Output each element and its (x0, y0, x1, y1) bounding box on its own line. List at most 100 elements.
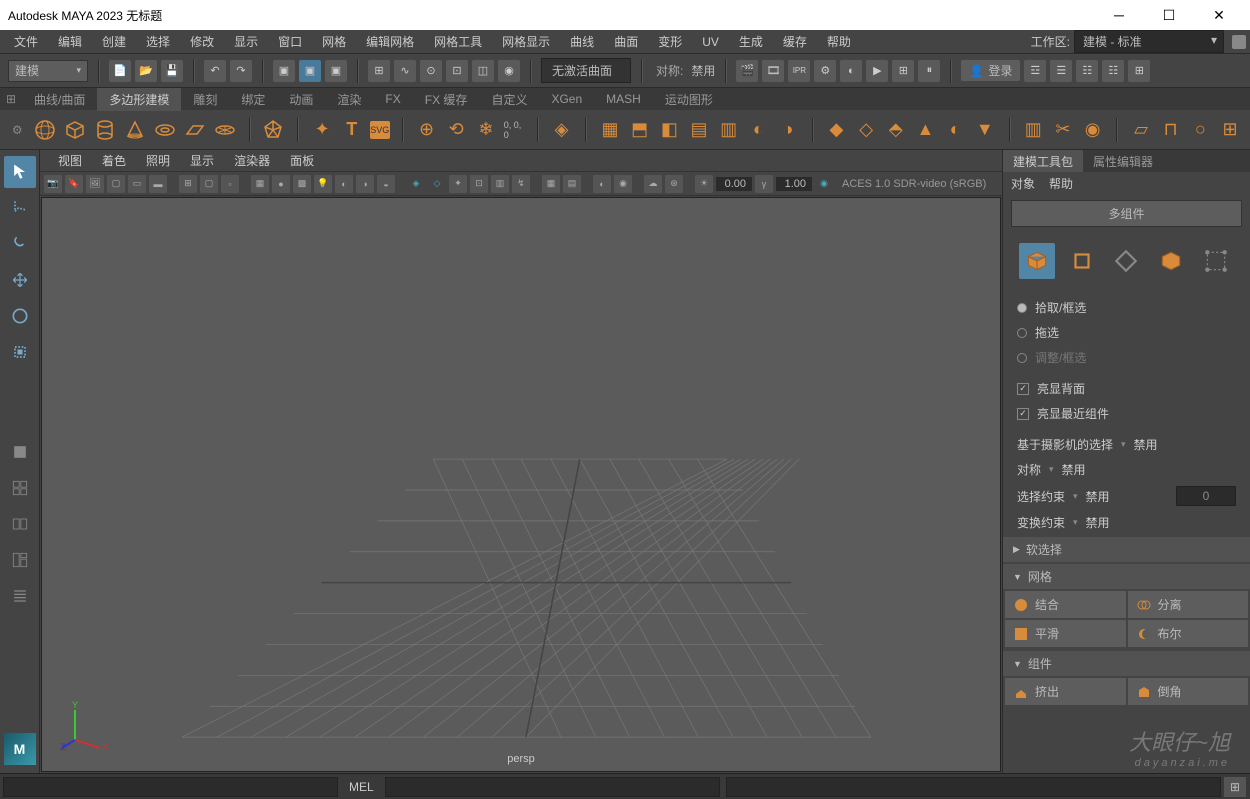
render-settings-icon[interactable]: ⚙ (814, 60, 836, 82)
poly-torus-icon[interactable] (153, 116, 177, 144)
colorspace-label[interactable]: ACES 1.0 SDR-video (sRGB) (836, 178, 992, 190)
tab-modeling-toolkit[interactable]: 建模工具包 (1003, 150, 1083, 172)
move-tool[interactable] (4, 264, 36, 296)
close-button[interactable]: ✕ (1204, 7, 1234, 24)
command-line[interactable] (385, 777, 720, 797)
multi-component-button[interactable]: 多组件 (1011, 200, 1242, 227)
quadrangulate-icon[interactable]: ◐ (943, 116, 967, 144)
op-combine[interactable]: 结合 (1005, 591, 1126, 618)
isolate-icon[interactable]: ◈ (407, 175, 425, 193)
lasso-tool[interactable] (4, 192, 36, 224)
camera-select-icon[interactable]: 📷 (44, 175, 62, 193)
uv-planar-icon[interactable]: ▱ (1129, 116, 1153, 144)
grid-toggle-icon[interactable]: ▦ (542, 175, 560, 193)
menu-help[interactable]: 帮助 (817, 33, 861, 50)
layout-two-icon[interactable] (4, 508, 36, 540)
render-seq-icon[interactable]: ⊞ (892, 60, 914, 82)
poly-sphere-icon[interactable] (33, 116, 57, 144)
menu-surfaces[interactable]: 曲面 (604, 33, 648, 50)
uv-mode-icon[interactable] (1198, 243, 1234, 279)
menu-mesh-display[interactable]: 网格显示 (492, 33, 560, 50)
poly-cylinder-icon[interactable] (93, 116, 117, 144)
select-constraint-row[interactable]: 选择约束▾ 禁用 0 (1003, 482, 1250, 510)
transform-constraint-row[interactable]: 变换约束▾ 禁用 (1003, 510, 1250, 535)
menu-deform[interactable]: 变形 (648, 33, 692, 50)
channel-box-icon[interactable]: ☷ (1076, 60, 1098, 82)
live-surface-field[interactable]: 无激活曲面 (541, 58, 631, 83)
background-icon[interactable]: ▤ (563, 175, 581, 193)
poly-count-icon[interactable]: ▥ (491, 175, 509, 193)
menu-edit-mesh[interactable]: 编辑网格 (356, 33, 424, 50)
menu-window[interactable]: 窗口 (268, 33, 312, 50)
lock-icon[interactable] (1232, 35, 1246, 49)
menu-cache[interactable]: 缓存 (773, 33, 817, 50)
panel-menu-lighting[interactable]: 照明 (136, 152, 180, 169)
bevel-shelf-icon[interactable]: ◧ (658, 116, 682, 144)
deform-icon[interactable]: ↯ (512, 175, 530, 193)
op-smooth[interactable]: 平滑 (1005, 620, 1126, 647)
poly-svg-icon[interactable]: SVG (370, 121, 390, 139)
tab-attribute-editor[interactable]: 属性编辑器 (1083, 150, 1163, 172)
resolution-gate-icon[interactable]: ▭ (128, 175, 146, 193)
triangulate-icon[interactable]: ▲ (914, 116, 938, 144)
shelf-tab-rendering[interactable]: 渲染 (325, 88, 373, 111)
subdivide-icon[interactable]: ◇ (854, 116, 878, 144)
save-scene-icon[interactable]: 💾 (161, 60, 183, 82)
panel-menu-panels[interactable]: 面板 (280, 152, 324, 169)
poly-superellipse-icon[interactable]: ✦ (310, 116, 334, 144)
smooth-shade-icon[interactable]: ● (272, 175, 290, 193)
anti-alias-icon[interactable]: ⊛ (665, 175, 683, 193)
menu-mesh-tools[interactable]: 网格工具 (424, 33, 492, 50)
poly-type-icon[interactable]: T (340, 116, 364, 144)
face-mode-icon[interactable] (1153, 243, 1189, 279)
shelf-tab-fxcache[interactable]: FX 缓存 (413, 88, 480, 111)
rp-menu-object[interactable]: 对象 (1011, 175, 1035, 192)
layout-single-icon[interactable] (4, 436, 36, 468)
boolean-icon[interactable]: ▥ (1021, 116, 1045, 144)
maximize-button[interactable]: ☐ (1154, 7, 1184, 24)
constraint-value-input[interactable]: 0 (1176, 486, 1236, 506)
symmetry-value[interactable]: 禁用 (691, 62, 715, 79)
viewport[interactable]: Y X Z persp (41, 197, 1001, 772)
shelf-options-icon[interactable]: ⊞ (0, 88, 22, 110)
safe-action-icon[interactable]: ▢ (200, 175, 218, 193)
append-icon[interactable]: ▥ (717, 116, 741, 144)
select-by-hierarchy-icon[interactable]: ▣ (273, 60, 295, 82)
radio-drag[interactable]: 拖选 (1017, 320, 1236, 345)
bridge-icon[interactable]: ▤ (687, 116, 711, 144)
check-backface[interactable]: ✓亮显背面 (1017, 376, 1236, 401)
outliner-icon[interactable]: ☲ (1024, 60, 1046, 82)
layout-stack-icon[interactable] (4, 544, 36, 576)
combine-icon[interactable]: ◈ (550, 116, 574, 144)
shelf-tab-mash[interactable]: MASH (594, 89, 653, 109)
snap-point-icon[interactable]: ⊙ (420, 60, 442, 82)
op-bevel[interactable]: 倒角 (1128, 678, 1249, 705)
menu-create[interactable]: 创建 (92, 33, 136, 50)
safe-title-icon[interactable]: ▫ (221, 175, 239, 193)
camera-select-row[interactable]: 基于摄影机的选择▾ 禁用 (1003, 432, 1250, 457)
select-by-object-icon[interactable]: ▣ (299, 60, 321, 82)
layout-four-icon[interactable] (4, 472, 36, 504)
panel-menu-shading[interactable]: 着色 (92, 152, 136, 169)
shelf-tab-custom[interactable]: 自定义 (479, 88, 539, 111)
soft-select-header[interactable]: ▶软选择 (1003, 537, 1250, 562)
shelf-tab-rigging[interactable]: 绑定 (229, 88, 277, 111)
scale-tool[interactable] (4, 336, 36, 368)
menu-display[interactable]: 显示 (224, 33, 268, 50)
poly-plane-icon[interactable] (183, 116, 207, 144)
check-nearest[interactable]: ✓亮显最近组件 (1017, 401, 1236, 426)
gate-mask-icon[interactable]: ▬ (149, 175, 167, 193)
center-pivot-icon[interactable]: ⊕ (415, 116, 439, 144)
menu-set-dropdown[interactable]: 建模 (8, 60, 88, 82)
film-gate-icon[interactable]: ▢ (107, 175, 125, 193)
exposure-value[interactable]: 0.00 (716, 177, 752, 191)
object-mode-icon[interactable] (1019, 243, 1055, 279)
shelf-tab-fx[interactable]: FX (373, 89, 412, 109)
outliner-panel-icon[interactable] (4, 580, 36, 612)
collapse-icon[interactable]: ◑ (776, 116, 800, 144)
menu-uv[interactable]: UV (692, 35, 729, 49)
multi-cut-icon[interactable]: ✂ (1051, 116, 1075, 144)
field-chart-icon[interactable]: ⊞ (179, 175, 197, 193)
vertex-mode-icon[interactable] (1064, 243, 1100, 279)
shelf-tab-sculpt[interactable]: 雕刻 (181, 88, 229, 111)
